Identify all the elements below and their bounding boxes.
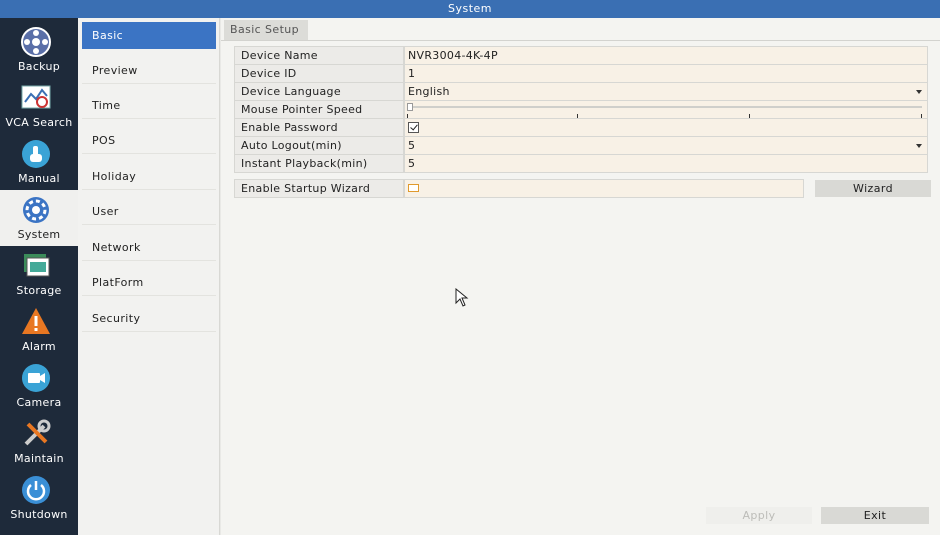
- manual-icon: [22, 140, 50, 168]
- nav-storage-label: Storage: [16, 284, 62, 297]
- submenu-time[interactable]: Time: [82, 92, 216, 119]
- main-panel: Basic Setup Device Name NVR3004-4K-4P De…: [221, 18, 940, 535]
- device-name-input[interactable]: NVR3004-4K-4P: [404, 46, 928, 65]
- enable-password-checkbox[interactable]: [408, 122, 419, 133]
- submenu-holiday[interactable]: Holiday: [82, 163, 216, 190]
- device-language-value: English: [408, 85, 450, 98]
- nav-backup-label: Backup: [17, 60, 61, 73]
- submenu-basic[interactable]: Basic: [82, 22, 216, 49]
- exit-button[interactable]: Exit: [821, 507, 929, 524]
- submenu-security[interactable]: Security: [82, 305, 216, 332]
- device-name-row: Device Name NVR3004-4K-4P: [234, 46, 928, 65]
- auto-logout-select[interactable]: 5: [404, 136, 928, 155]
- slider-track: [410, 106, 922, 108]
- system-submenu: Basic Preview Time POS Holiday User Netw…: [78, 18, 220, 535]
- nav-maintain-label: Maintain: [14, 452, 64, 465]
- nav-shutdown[interactable]: Shutdown: [0, 470, 78, 526]
- slider-knob[interactable]: [407, 103, 413, 111]
- chevron-down-icon: [916, 144, 922, 148]
- device-language-label: Device Language: [234, 82, 404, 101]
- vca-search-icon: [21, 85, 51, 109]
- device-id-label: Device ID: [234, 64, 404, 83]
- submenu-network[interactable]: Network: [82, 234, 216, 261]
- nav-system[interactable]: System: [0, 190, 78, 246]
- submenu-preview[interactable]: Preview: [82, 57, 216, 84]
- mouse-speed-label: Mouse Pointer Speed: [234, 100, 404, 119]
- instant-playback-label: Instant Playback(min): [234, 154, 404, 173]
- mouse-speed-row: Mouse Pointer Speed: [234, 100, 928, 119]
- instant-playback-input[interactable]: 5: [404, 154, 928, 173]
- mouse-cursor-icon: [455, 288, 469, 307]
- enable-password-cell: [404, 118, 928, 137]
- nav-alarm-label: Alarm: [22, 340, 56, 353]
- enable-password-label: Enable Password: [234, 118, 404, 137]
- alarm-icon: [22, 308, 50, 334]
- tab-divider: [221, 40, 940, 41]
- apply-button[interactable]: Apply: [706, 507, 812, 524]
- nav-vca-search-label: VCA Search: [5, 116, 73, 129]
- device-name-label: Device Name: [234, 46, 404, 65]
- startup-wizard-checkbox[interactable]: [408, 184, 419, 192]
- power-icon: [22, 476, 50, 504]
- device-id-row: Device ID 1: [234, 64, 928, 83]
- nav-storage[interactable]: Storage: [0, 246, 78, 302]
- nav-maintain[interactable]: Maintain: [0, 414, 78, 470]
- wrench-icon: [24, 419, 51, 446]
- auto-logout-value: 5: [408, 139, 416, 152]
- startup-wizard-cell: [404, 179, 804, 198]
- instant-playback-row: Instant Playback(min) 5: [234, 154, 928, 173]
- nav-shutdown-label: Shutdown: [10, 508, 68, 521]
- enable-password-row: Enable Password: [234, 118, 928, 137]
- submenu-user[interactable]: User: [82, 198, 216, 225]
- auto-logout-label: Auto Logout(min): [234, 136, 404, 155]
- submenu-pos[interactable]: POS: [82, 127, 216, 154]
- mouse-speed-slider[interactable]: [404, 100, 928, 119]
- device-language-select[interactable]: English: [404, 82, 928, 101]
- nav-alarm[interactable]: Alarm: [0, 302, 78, 358]
- checkmark-icon: [410, 122, 418, 131]
- submenu-platform[interactable]: PlatForm: [82, 269, 216, 296]
- tab-basic-setup[interactable]: Basic Setup: [224, 20, 308, 40]
- nav-manual[interactable]: Manual: [0, 134, 78, 190]
- gear-icon: [23, 197, 49, 223]
- nav-camera-label: Camera: [16, 396, 62, 409]
- chevron-down-icon: [916, 90, 922, 94]
- auto-logout-row: Auto Logout(min) 5: [234, 136, 928, 155]
- nav-vca-search[interactable]: VCA Search: [0, 78, 78, 134]
- device-id-input[interactable]: 1: [404, 64, 928, 83]
- main-nav-rail: Backup VCA Search Manual System Storage …: [0, 18, 78, 535]
- wizard-button[interactable]: Wizard: [815, 180, 931, 197]
- nav-backup[interactable]: Backup: [0, 22, 78, 78]
- nav-manual-label: Manual: [18, 172, 60, 185]
- startup-wizard-label: Enable Startup Wizard: [234, 179, 404, 198]
- device-language-row: Device Language English: [234, 82, 928, 101]
- storage-icon: [24, 254, 50, 277]
- nav-camera[interactable]: Camera: [0, 358, 78, 414]
- nav-system-label: System: [17, 228, 61, 241]
- window-title: System: [0, 0, 940, 18]
- backup-icon: [21, 27, 51, 57]
- camera-icon: [22, 364, 50, 392]
